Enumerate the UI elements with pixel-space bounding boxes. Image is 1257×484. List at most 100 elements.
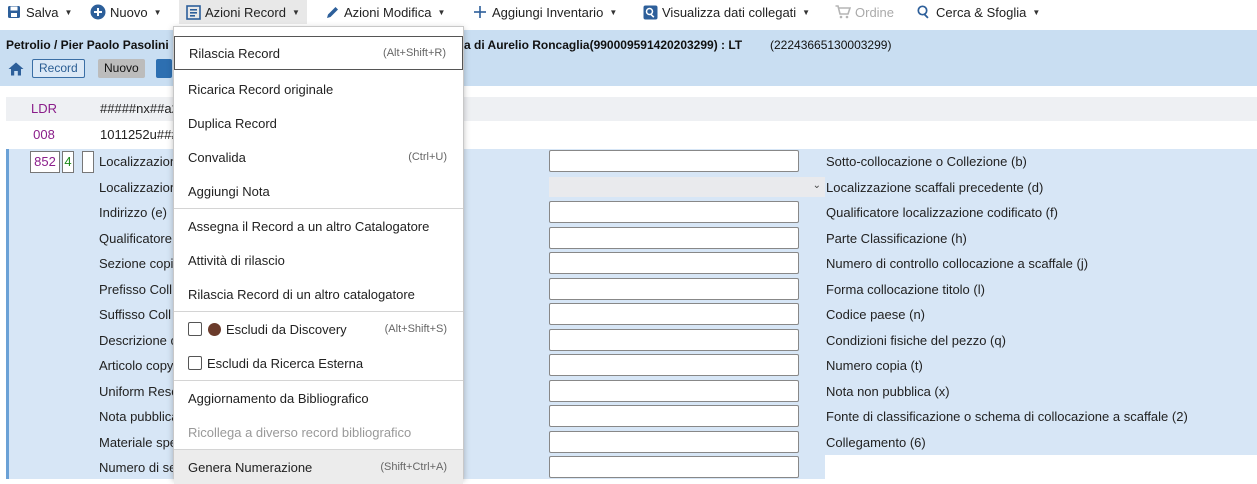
menu-item-relink-bib: Ricollega a diverso record bibliografico <box>174 415 463 449</box>
subfield-d-select[interactable]: ⌄ <box>549 177 825 197</box>
checkbox-icon[interactable] <box>188 356 202 370</box>
subfield-label: Sezione copi <box>99 256 174 271</box>
menu-item-validate[interactable]: Convalida (Ctrl+U) <box>174 140 463 174</box>
menu-item-label: Convalida <box>188 149 246 165</box>
menu-item-assign-cataloger[interactable]: Assegna il Record a un altro Catalogator… <box>174 209 463 243</box>
subfield-2-input[interactable] <box>549 405 799 427</box>
field-008-tag: 008 <box>33 127 55 142</box>
subfield-label: Suffisso Coll <box>99 307 172 322</box>
record-actions-label: Azioni Record <box>205 4 286 20</box>
subfield-n-input[interactable] <box>549 303 799 325</box>
subfield-label: Collegamento (6) <box>826 435 926 450</box>
menu-item-label: Escludi da Ricerca Esterna <box>207 355 364 371</box>
search-browse-label: Cerca & Sfoglia <box>936 4 1027 20</box>
menu-item-label: Escludi da Discovery <box>226 321 347 337</box>
subfield-label: Numero di controllo collocazione a scaff… <box>826 256 1089 271</box>
subfield-x-input[interactable] <box>549 380 799 402</box>
add-inventory-menu-button[interactable]: Aggiungi Inventario ▼ <box>466 0 623 24</box>
subfield-label: Codice paese (n) <box>826 307 925 322</box>
subfield-label: Numero copia (t) <box>826 358 923 373</box>
menu-item-update-from-bib[interactable]: Aggiornamento da Bibliografico <box>174 381 463 415</box>
checkbox-icon[interactable] <box>188 322 202 336</box>
menu-item-label: Attività di rilascio <box>188 252 285 268</box>
field-852-indicator-2[interactable] <box>82 151 94 173</box>
subfield-label: Localizzazion <box>99 180 178 195</box>
record-tab-button[interactable]: Record <box>32 59 85 78</box>
menu-item-duplicate-record[interactable]: Duplica Record <box>174 106 463 140</box>
subfield-b-input[interactable] <box>549 150 799 172</box>
save-icon <box>6 4 22 20</box>
menu-item-label: Rilascia Record di un altro catalogatore <box>188 286 415 302</box>
new-tab-button[interactable]: Nuovo <box>98 59 145 78</box>
record-actions-dropdown: Rilascia Record (Alt+Shift+R) Ricarica R… <box>173 26 464 484</box>
chevron-down-icon: ▼ <box>802 7 811 17</box>
record-icon <box>185 4 201 20</box>
menu-item-reload-original[interactable]: Ricarica Record originale <box>174 72 463 106</box>
subfield-label: Parte Classificazione (h) <box>826 231 967 246</box>
edit-actions-menu-button[interactable]: Azioni Modifica ▼ <box>318 0 451 24</box>
plus-circle-icon <box>90 4 106 20</box>
subfield-h-input[interactable] <box>549 227 799 249</box>
subfield-label: Indirizzo (e) <box>99 205 167 220</box>
field-008-value[interactable]: 1011252u### <box>100 127 179 142</box>
subfield-t-input[interactable] <box>549 354 799 376</box>
save-label: Salva <box>26 4 59 20</box>
ldr-value[interactable]: #####nx##a2 <box>100 101 179 116</box>
subfield-6-input[interactable] <box>549 431 799 453</box>
subfield-label: Numero di se <box>99 460 177 475</box>
add-inventory-label: Aggiungi Inventario <box>492 4 604 20</box>
subfield-q-input[interactable] <box>549 329 799 351</box>
subfield-label: Articolo copy <box>99 358 174 373</box>
menu-item-release-other-cataloger[interactable]: Rilascia Record di un altro catalogatore <box>174 277 463 311</box>
search-browse-menu-button[interactable]: Cerca & Sfoglia ▼ <box>910 0 1046 24</box>
record-title: Petrolio / Pier Paolo Pasolini <box>6 38 169 52</box>
subfield-next-input[interactable] <box>549 456 799 478</box>
menu-item-label: Genera Numerazione <box>188 459 313 475</box>
subfield-j-input[interactable] <box>549 252 799 274</box>
subfield-label: Qualificatore <box>99 231 172 246</box>
plus-icon <box>472 4 488 20</box>
subfield-f-input[interactable] <box>549 201 799 223</box>
menu-item-label: Ricollega a diverso record bibliografico <box>188 424 412 440</box>
order-label: Ordine <box>855 4 895 20</box>
subfield-l-input[interactable] <box>549 278 799 300</box>
eye-slash-icon <box>208 322 221 336</box>
extra-tab-button[interactable] <box>156 59 172 78</box>
subfield-label: Localizzazion <box>99 154 178 169</box>
subfield-label: Prefisso Coll <box>99 282 172 297</box>
chevron-down-icon: ▼ <box>609 7 618 17</box>
menu-item-exclude-external-search[interactable]: Escludi da Ricerca Esterna <box>174 346 463 380</box>
field-852-tag[interactable]: 852 <box>30 151 60 173</box>
menu-item-release-activity[interactable]: Attività di rilascio <box>174 243 463 277</box>
menu-item-add-note[interactable]: Aggiungi Nota <box>174 174 463 208</box>
record-actions-menu-button[interactable]: Azioni Record ▼ <box>179 0 307 24</box>
search-icon <box>916 4 932 20</box>
new-menu-button[interactable]: Nuovo ▼ <box>84 0 168 24</box>
menu-item-label: Rilascia Record <box>189 45 281 61</box>
field-852-indicator-1[interactable]: 4 <box>62 151 74 173</box>
menu-item-label: Assegna il Record a un altro Catalogator… <box>188 218 430 234</box>
view-linked-icon <box>642 4 658 20</box>
subfield-label: Condizioni fisiche del pezzo (q) <box>826 333 1006 348</box>
edit-actions-label: Azioni Modifica <box>344 4 432 20</box>
subfield-label: Materiale spe <box>99 435 178 450</box>
subfield-label: Nota non pubblica (x) <box>826 384 950 399</box>
chevron-down-icon: ▼ <box>64 7 73 17</box>
subfield-label: Nota pubblica <box>99 409 179 424</box>
subfield-label: Uniform Reso <box>99 384 179 399</box>
menu-item-label: Aggiornamento da Bibliografico <box>188 390 369 406</box>
menu-item-release-record[interactable]: Rilascia Record (Alt+Shift+R) <box>174 36 463 70</box>
linked-data-menu-button[interactable]: Visualizza dati collegati ▼ <box>636 0 816 24</box>
order-button[interactable]: Ordine <box>829 0 900 24</box>
new-label: Nuovo <box>110 4 148 20</box>
menu-item-shortcut: (Alt+Shift+R) <box>383 47 446 59</box>
record-id: (22243665130003299) <box>770 38 892 52</box>
subfield-label: Localizzazione scaffali precedente (d) <box>826 180 1044 195</box>
menu-item-exclude-discovery[interactable]: Escludi da Discovery (Alt+Shift+S) <box>174 312 463 346</box>
subfield-label: Fonte di classificazione o schema di col… <box>826 409 1188 424</box>
chevron-down-icon: ▼ <box>153 7 162 17</box>
home-icon[interactable] <box>8 62 24 76</box>
record-title-continued: a di Aurelio Roncaglia(99000959142020329… <box>464 38 743 52</box>
empty-area <box>825 455 1257 479</box>
save-menu-button[interactable]: Salva ▼ <box>0 0 78 24</box>
